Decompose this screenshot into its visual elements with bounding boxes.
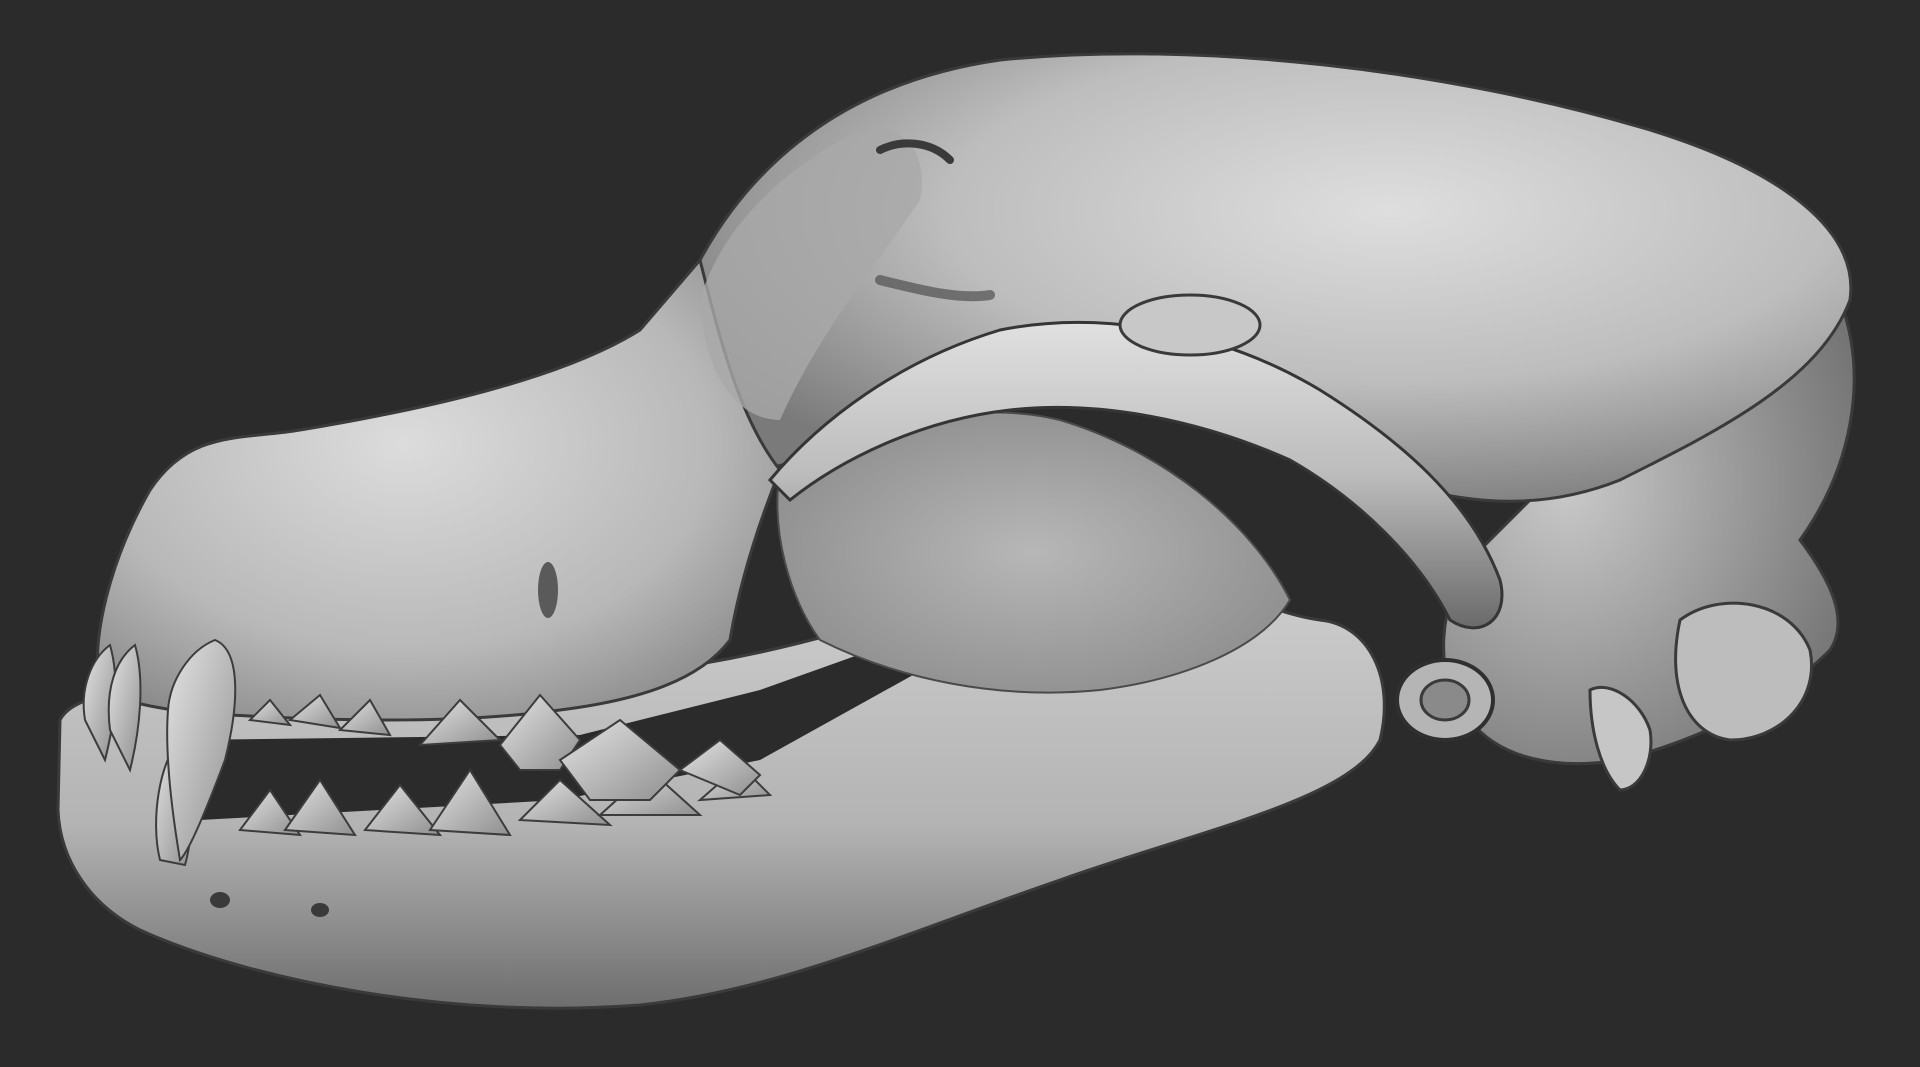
infraorbital-foramen: [538, 562, 558, 618]
jaw-joint: [1395, 658, 1495, 742]
tympanic-bulla: [1674, 601, 1813, 742]
sculpt-viewport[interactable]: [0, 0, 1920, 1067]
skull-render: [56, 52, 1856, 1010]
postorbital-process: [1118, 293, 1262, 357]
